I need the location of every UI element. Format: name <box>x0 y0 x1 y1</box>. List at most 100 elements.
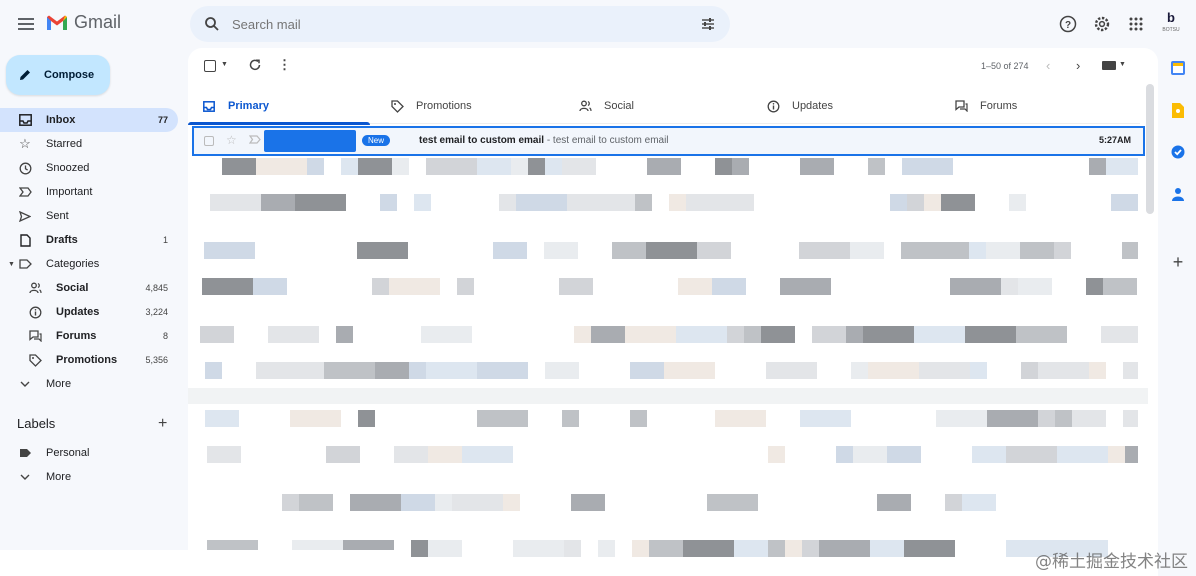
redacted-pixel-block <box>336 326 353 343</box>
next-page-icon[interactable]: › <box>1076 58 1080 73</box>
redacted-pixel-block <box>268 326 285 343</box>
star-icon[interactable]: ☆ <box>226 133 237 147</box>
redacted-pixel-block <box>686 194 720 211</box>
sidebar-item-count: 3,224 <box>145 307 168 317</box>
sidebar-item-count: 8 <box>162 331 168 341</box>
redacted-pixel-block <box>1123 410 1138 427</box>
redacted-pixel-block <box>712 278 746 295</box>
sidebar-item-drafts[interactable]: Drafts 1 <box>0 228 178 252</box>
redacted-pixel-block <box>972 446 1006 463</box>
redacted-pixel-block <box>1123 362 1138 379</box>
settings-gear-icon[interactable] <box>1092 14 1112 34</box>
compose-label: Compose <box>44 69 95 81</box>
gmail-logo[interactable]: Gmail <box>46 12 121 33</box>
redacted-pixel-block <box>970 362 987 379</box>
search-input[interactable] <box>232 16 672 32</box>
redacted-pixel-block <box>1006 446 1057 463</box>
redacted-pixel-block <box>477 362 528 379</box>
sidebar-item-social[interactable]: Social 4,845 <box>0 276 178 300</box>
sidebar-item-snoozed[interactable]: Snoozed <box>0 156 178 180</box>
redacted-pixel-block <box>477 410 528 427</box>
sidebar-item-label: Updates <box>56 306 100 318</box>
input-tools-icon[interactable] <box>1102 61 1116 70</box>
select-all-checkbox[interactable] <box>204 60 216 72</box>
important-marker-icon[interactable] <box>249 135 261 144</box>
sidebar-item-more[interactable]: More <box>0 372 178 396</box>
redacted-pixel-block <box>941 194 975 211</box>
redacted-pixel-block <box>207 446 241 463</box>
sidebar-item-starred[interactable]: ☆ Starred <box>0 132 178 156</box>
sidebar-item-important[interactable]: Important <box>0 180 178 204</box>
email-row-selected[interactable]: ☆ New test email to custom email - test … <box>192 126 1145 156</box>
redacted-pixel-block <box>1072 410 1106 427</box>
redacted-pixel-block <box>1089 158 1106 175</box>
sidebar-item-categories[interactable]: ▼ Categories <box>0 252 178 276</box>
calendar-icon[interactable] <box>1168 58 1188 78</box>
tab-social[interactable]: Social <box>564 88 752 124</box>
previous-page-icon[interactable]: ‹ <box>1046 58 1050 73</box>
redacted-pixel-block <box>836 446 853 463</box>
sidebar-item-label: Important <box>46 186 93 198</box>
redacted-pixel-block <box>720 194 754 211</box>
keep-icon[interactable] <box>1168 100 1188 120</box>
email-checkbox[interactable] <box>204 136 214 146</box>
tab-forums[interactable]: Forums <box>940 88 1128 124</box>
search-icon[interactable] <box>204 16 220 32</box>
refresh-icon[interactable] <box>248 58 262 72</box>
redacted-pixel-block <box>732 158 749 175</box>
tab-primary[interactable]: Primary <box>188 88 376 125</box>
compose-button[interactable]: Compose <box>6 55 110 95</box>
redacted-pixel-block <box>676 326 727 343</box>
contacts-icon[interactable] <box>1168 184 1188 204</box>
labels-more[interactable]: More <box>0 465 178 489</box>
label-item-personal[interactable]: Personal <box>0 441 178 465</box>
redacted-pixel-block <box>1103 278 1137 295</box>
apps-grid-icon[interactable] <box>1126 14 1146 34</box>
sidebar-nav: Inbox 77 ☆ Starred Snoozed Important Sen… <box>0 108 178 396</box>
redacted-pixel-block <box>1089 362 1106 379</box>
search-options-icon[interactable] <box>700 16 716 32</box>
sidebar-item-forums[interactable]: Forums 8 <box>0 324 178 348</box>
redacted-pixel-block <box>591 326 625 343</box>
clock-icon <box>18 161 32 175</box>
redacted-pixel-block <box>545 362 579 379</box>
sidebar-item-label: Drafts <box>46 234 78 246</box>
redacted-pixel-block <box>646 242 697 259</box>
sidebar-item-label: Snoozed <box>46 162 90 174</box>
email-subject-text: test email to custom email <box>419 135 545 146</box>
redacted-pixel-block <box>734 540 768 557</box>
redacted-pixel-block <box>1038 410 1055 427</box>
social-icon <box>28 281 42 295</box>
more-options-icon[interactable]: ⋮ <box>278 57 291 73</box>
select-options-caret-icon[interactable]: ▼ <box>221 61 228 68</box>
redacted-pixel-block <box>562 158 596 175</box>
redacted-pixel-block <box>715 158 732 175</box>
pencil-icon <box>20 70 30 80</box>
redacted-pixel-block <box>1055 410 1072 427</box>
create-label-icon[interactable]: + <box>158 416 167 432</box>
redacted-pixel-block <box>851 362 868 379</box>
main-menu-icon[interactable] <box>14 12 38 36</box>
redacted-pixel-block <box>567 194 601 211</box>
tab-promotions[interactable]: Promotions <box>376 88 564 124</box>
sidebar-item-inbox[interactable]: Inbox 77 <box>0 108 178 132</box>
redacted-pixel-block <box>904 446 921 463</box>
redacted-pixel-block <box>1101 326 1138 343</box>
sidebar-item-sent[interactable]: Sent <box>0 204 178 228</box>
tab-updates[interactable]: Updates <box>752 88 940 124</box>
sidebar-item-updates[interactable]: Updates 3,224 <box>0 300 178 324</box>
help-icon[interactable]: ? <box>1058 14 1078 34</box>
caret-down-icon[interactable]: ▼ <box>8 261 15 268</box>
redacted-pixel-block <box>945 494 962 511</box>
tasks-icon[interactable] <box>1168 142 1188 162</box>
input-tools-caret-icon[interactable]: ▼ <box>1119 61 1126 68</box>
account-avatar[interactable]: b BOTSU <box>1160 10 1182 36</box>
search-bar[interactable] <box>190 6 730 42</box>
redacted-pixel-block <box>800 158 834 175</box>
sidebar-item-promotions[interactable]: Promotions 5,356 <box>0 348 178 372</box>
account-avatar-initial: b <box>1167 10 1175 25</box>
redacted-pixel-block <box>853 446 887 463</box>
add-addon-icon[interactable]: + <box>1168 252 1188 272</box>
redacted-pixel-block <box>887 446 904 463</box>
redacted-pixel-block <box>935 242 969 259</box>
